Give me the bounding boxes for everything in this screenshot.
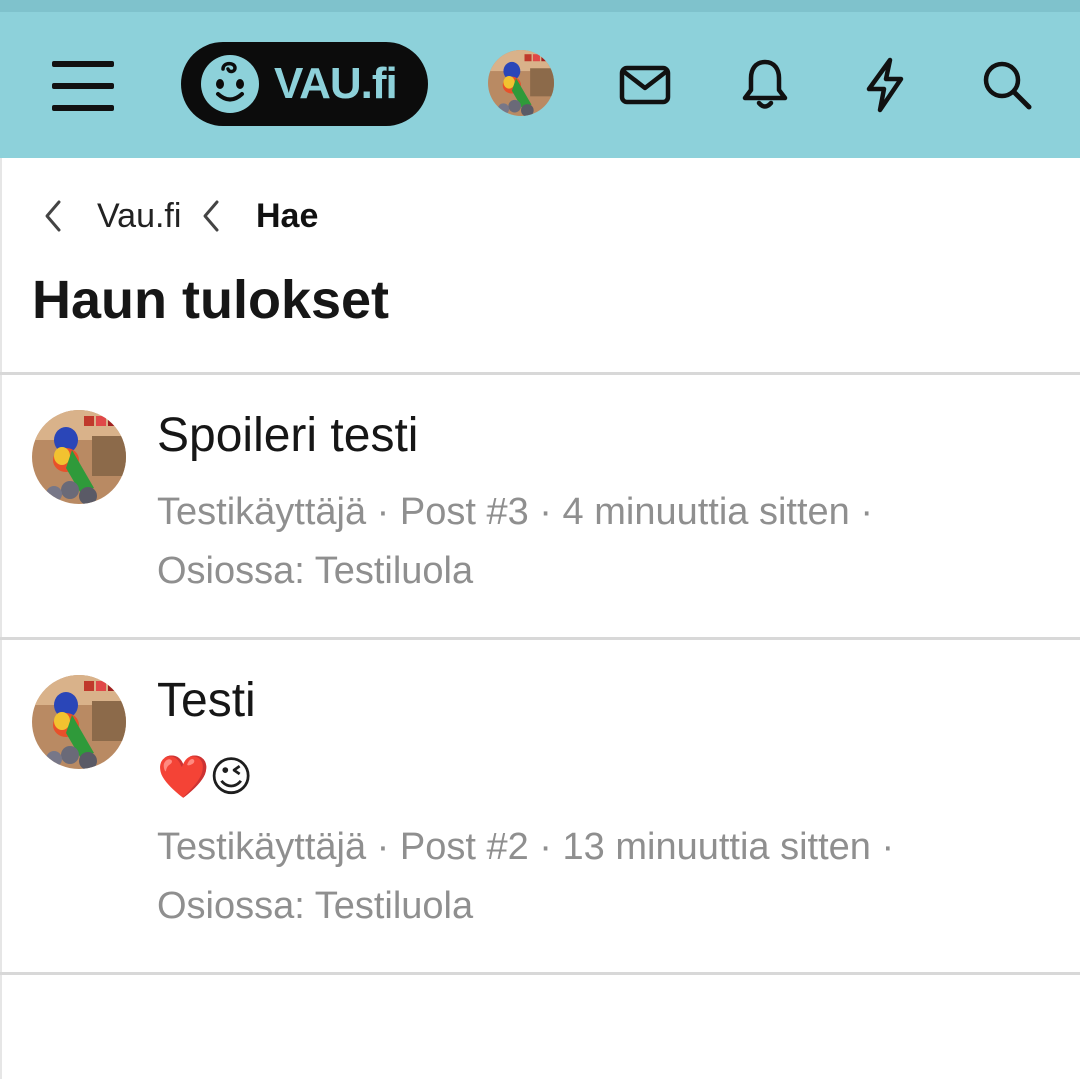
chevron-left-icon[interactable] (38, 190, 68, 242)
avatar[interactable] (32, 675, 126, 769)
result-snippet: ❤️😉 (157, 752, 254, 801)
result-post-number: Post #3 (399, 491, 529, 533)
lightning-icon (866, 57, 904, 113)
search-button[interactable] (974, 52, 1040, 118)
search-icon (983, 61, 1032, 110)
result-time: 4 minuuttia sitten (562, 491, 850, 533)
result-forum-link[interactable]: Osiossa: Testiluola (157, 550, 473, 592)
messages-button[interactable] (612, 52, 678, 118)
parrot-avatar-image (488, 50, 554, 116)
result-title-link[interactable]: Spoileri testi (157, 407, 418, 465)
user-avatar[interactable] (488, 50, 554, 116)
site-logo[interactable]: VAU.fi (181, 42, 428, 126)
breadcrumb-current: Hae (256, 197, 319, 235)
search-result-item: Spoileri testi Testikäyttäjä · Post #3 ·… (0, 375, 1080, 637)
result-title-link[interactable]: Testi (157, 672, 256, 730)
baby-face-icon (201, 55, 259, 113)
breadcrumb-home-link[interactable]: Vau.fi (97, 196, 181, 236)
menu-icon (52, 61, 114, 111)
notifications-button[interactable] (732, 52, 798, 118)
mail-icon (619, 65, 671, 105)
divider (0, 972, 1080, 975)
result-username-link[interactable]: Testikäyttäjä (157, 491, 366, 533)
breadcrumb: Vau.fi Hae (0, 190, 1080, 242)
parrot-avatar-image (32, 410, 126, 504)
result-username-link[interactable]: Testikäyttäjä (157, 826, 366, 868)
bell-icon (742, 59, 788, 109)
parrot-avatar-image (32, 675, 126, 769)
result-time: 13 minuuttia sitten (562, 826, 871, 868)
top-navigation-bar: VAU.fi (0, 0, 1080, 158)
logo-text: VAU.fi (274, 59, 398, 108)
result-meta: Testikäyttäjä · Post #3 · 4 minuuttia si… (157, 491, 874, 592)
result-meta: Testikäyttäjä · Post #2 · 13 minuuttia s… (157, 826, 895, 927)
menu-button[interactable] (46, 54, 120, 118)
search-result-item: Testi ❤️😉 Testikäyttäjä · Post #2 · 13 m… (0, 640, 1080, 972)
chevron-left-icon (196, 190, 226, 242)
result-post-number: Post #2 (399, 826, 529, 868)
avatar[interactable] (32, 410, 126, 504)
page-title: Haun tulokset (32, 270, 390, 330)
result-forum-link[interactable]: Osiossa: Testiluola (157, 885, 473, 927)
whats-new-button[interactable] (852, 52, 918, 118)
